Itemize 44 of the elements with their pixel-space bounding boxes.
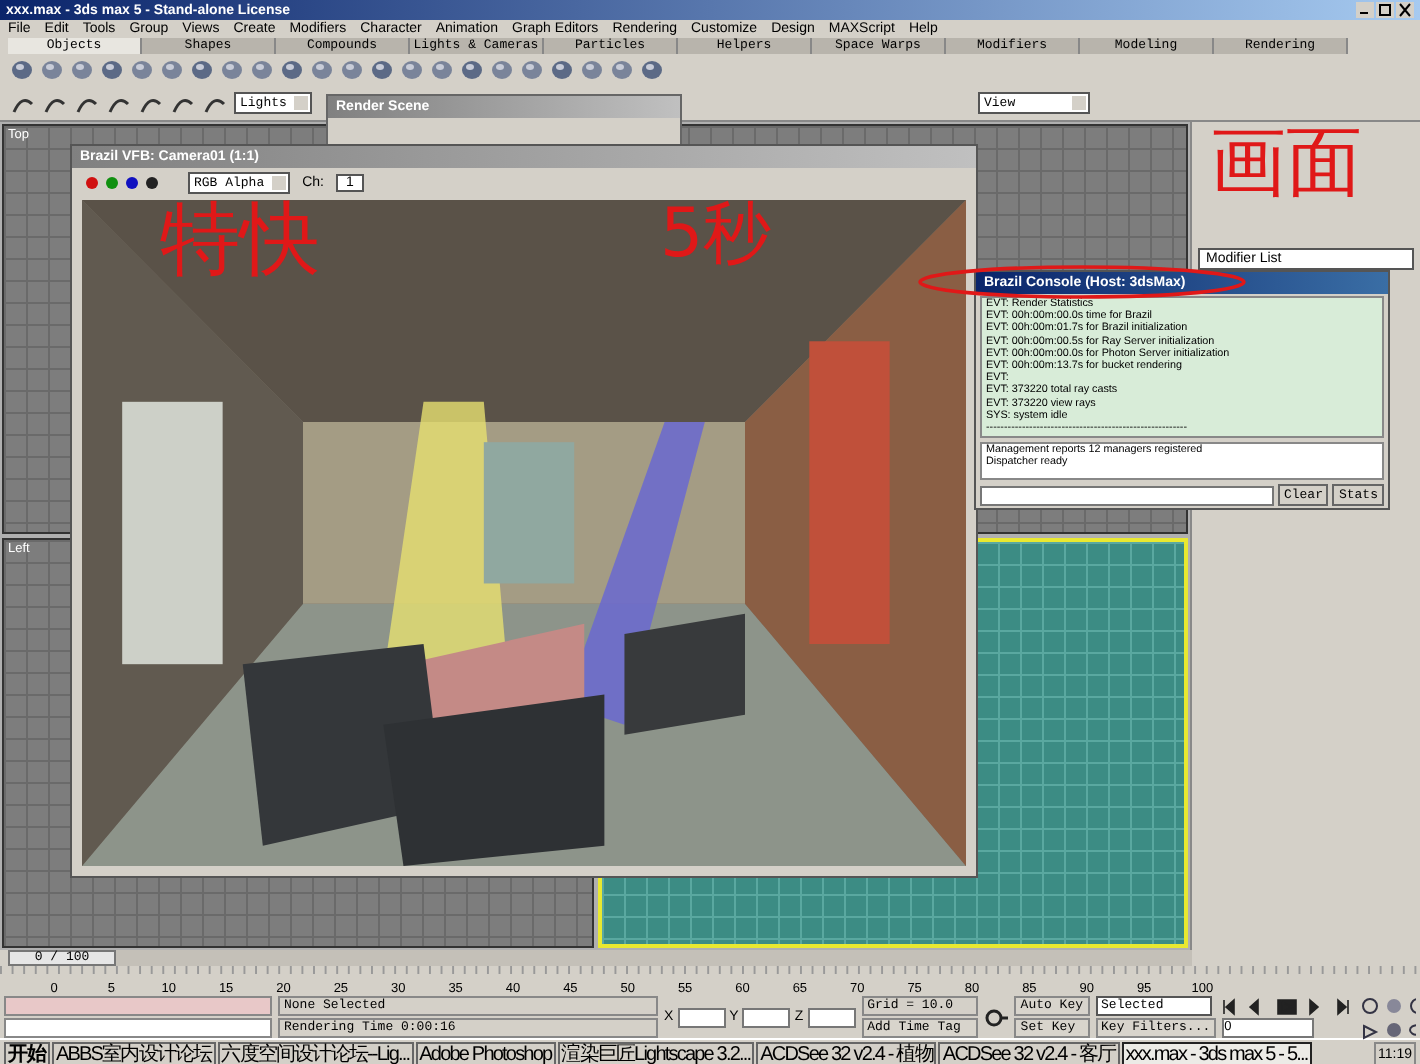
primitive-icon[interactable] <box>10 58 34 82</box>
primitive-icon[interactable] <box>460 58 484 82</box>
handwritten-note: 画面 <box>1210 124 1362 200</box>
primitive-icon[interactable] <box>190 58 214 82</box>
primitive-icon[interactable] <box>280 58 304 82</box>
script-input-field[interactable] <box>4 1018 272 1038</box>
coord-field[interactable] <box>742 1007 791 1027</box>
primitive-icon[interactable] <box>130 58 154 82</box>
handwritten-note: 5秒 <box>660 200 772 268</box>
script-listener-field[interactable] <box>4 996 272 1016</box>
primitive-icon[interactable] <box>400 58 424 82</box>
coord-field[interactable] <box>677 1007 726 1027</box>
primitive-icon[interactable] <box>40 58 64 82</box>
taskbar-button[interactable]: 渲染巨匠Lightscape 3.2... <box>557 1042 755 1064</box>
maximize-icon[interactable] <box>1376 2 1394 18</box>
primitive-icon[interactable] <box>580 58 604 82</box>
primitive-icon[interactable] <box>340 58 364 82</box>
primitive-icon[interactable] <box>490 58 514 82</box>
primitive-icon[interactable] <box>640 58 664 82</box>
start-button[interactable]: 开始 <box>4 1042 50 1064</box>
primitive-icon[interactable] <box>160 58 184 82</box>
command-field[interactable] <box>980 485 1274 505</box>
primitive-icon[interactable] <box>370 58 394 82</box>
primitive-icon[interactable] <box>310 58 334 82</box>
playback-controls-drawing[interactable] <box>1222 997 1355 1015</box>
viewport-navigation-drawing[interactable] <box>1360 995 1416 1039</box>
primitive-icon[interactable] <box>430 58 454 82</box>
taskbar-button[interactable]: xxx.max - 3ds max 5 - 5... <box>1121 1042 1312 1064</box>
taskbar-button[interactable]: ABBS室内设计论坛 <box>52 1042 216 1064</box>
primitive-icon[interactable] <box>220 58 244 82</box>
primitive-icon[interactable] <box>250 58 274 82</box>
coord-field[interactable] <box>807 1007 856 1027</box>
handwritten-note: 特快 <box>160 200 320 280</box>
primitive-icon[interactable] <box>70 58 94 82</box>
close-icon[interactable] <box>1396 2 1414 18</box>
primitive-icon[interactable] <box>610 58 634 82</box>
minimize-icon[interactable] <box>1356 2 1374 18</box>
taskbar-button[interactable]: ACDSee 32 v2.4 - 植物 <box>756 1042 937 1064</box>
primitive-icon[interactable] <box>520 58 544 82</box>
taskbar-button[interactable]: ACDSee 32 v2.4 - 客厅 <box>938 1042 1120 1064</box>
primitive-icon[interactable] <box>550 58 574 82</box>
taskbar-button[interactable]: Adobe Photoshop <box>415 1042 556 1064</box>
taskbar-button[interactable]: 六度空间设计论坛--Lig... <box>217 1042 414 1064</box>
primitive-icon[interactable] <box>100 58 124 82</box>
